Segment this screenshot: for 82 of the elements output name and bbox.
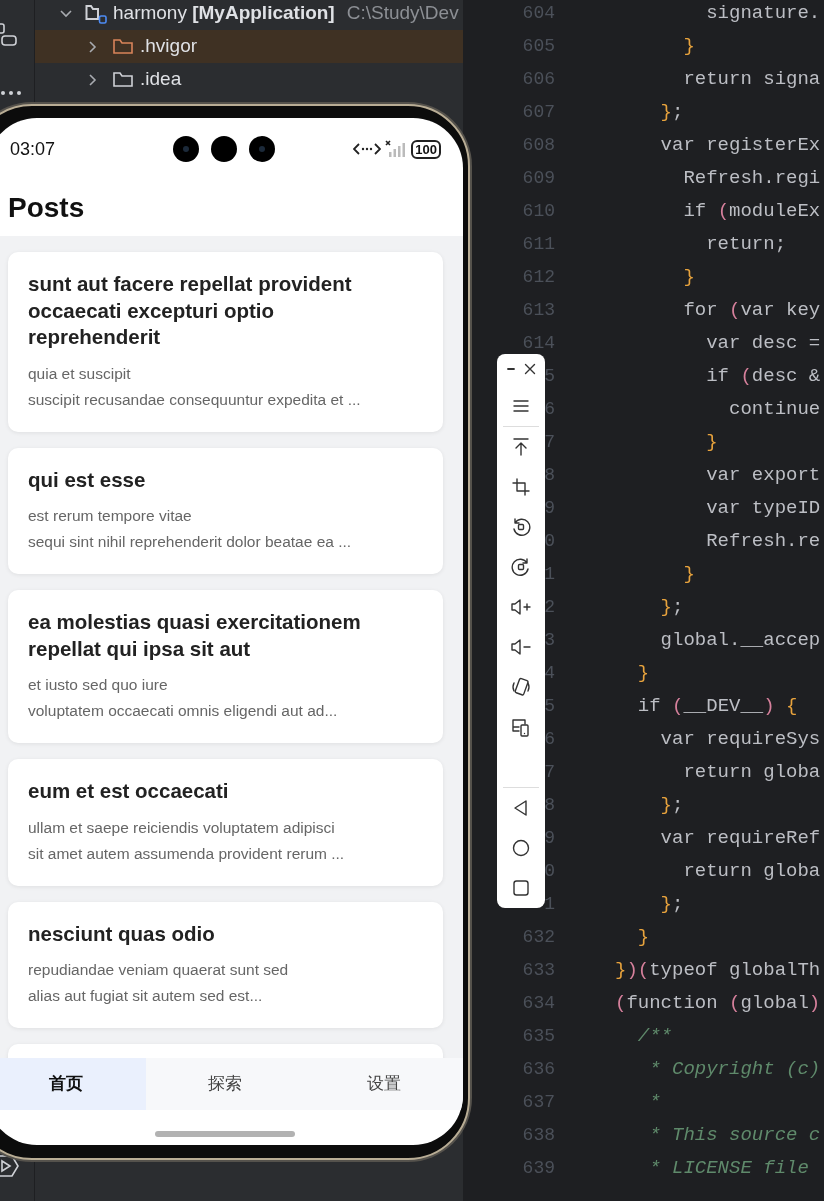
code-comment: /** (636, 1024, 672, 1050)
module-folder-icon (85, 2, 107, 25)
post-title: sunt aut facere repellat provident occaecati excepturi optio reprehenderit (28, 271, 353, 350)
tree-row[interactable]: .hvigor (35, 30, 463, 63)
code-line: var typeID (705, 496, 821, 522)
post-title: ea molestias quasi exercitationem repellat qui ipsa sit aut (28, 609, 362, 662)
code-line: Refresh.re (705, 529, 821, 555)
code-line: })(typeof globalTh (615, 958, 821, 984)
post-card[interactable]: ea molestias quasi exercitationem repellat qui ipsa sit aut et iusto sed quo iure voluptatem occaecati omnis eligendi aut ad... (8, 590, 443, 743)
post-excerpt: et iusto sed quo iure voluptatem occaecati omnis eligendi aut ad... (28, 675, 339, 721)
crop-icon[interactable] (512, 478, 530, 496)
code-line: }; (659, 595, 684, 621)
volume-down-icon[interactable] (510, 638, 532, 656)
code-line: var desc = (705, 331, 821, 357)
tab[interactable]: 首页 (0, 1058, 146, 1110)
code-line: } (636, 925, 650, 951)
data-transfer-icon (353, 141, 382, 157)
code-line: (function (global) (615, 991, 821, 1017)
post-card[interactable]: qui est esse est rerum tempore vitae sequi sint nihil reprehenderit dolor beatae ea ... (8, 447, 443, 574)
code-line: for (var key (682, 298, 821, 324)
code-line: var requireSys (659, 727, 821, 753)
post-excerpt: ullam et saepe reiciendis voluptatem adipisci sit amet autem assumenda provident rerum ... (28, 817, 346, 864)
back-icon[interactable] (512, 799, 530, 817)
code-comment: * LICENSE file (648, 1156, 809, 1182)
code-line: var export (705, 463, 821, 489)
close-icon[interactable] (524, 363, 536, 375)
post-excerpt: est rerum tempore vitae sequi sint nihil reprehenderit dolor beatae ea ... (28, 506, 353, 552)
home-icon[interactable] (512, 839, 530, 857)
square-icon[interactable] (512, 879, 530, 897)
code-line: }; (659, 100, 684, 126)
tree-label: .idea (140, 67, 182, 92)
code-line: }; (659, 793, 684, 819)
structure-icon[interactable] (0, 22, 18, 48)
code-line: return; (705, 232, 787, 258)
battery-level: 100 (411, 139, 441, 159)
code-line: var requireRef (659, 826, 821, 852)
code-line: } (682, 34, 695, 60)
arrow-to-top-icon[interactable] (512, 437, 530, 457)
code-line: return signa (682, 67, 821, 93)
code-line: }; (659, 892, 684, 918)
menu-icon[interactable] (512, 398, 530, 414)
code-line: if (__DEV__) { (636, 694, 798, 720)
post-title: nesciunt quas odio (28, 920, 216, 947)
code-line: global.__accep (659, 628, 821, 654)
code-comment: * This source c (648, 1123, 821, 1149)
tree-row[interactable]: .idea (35, 63, 463, 96)
no-signal-icon (385, 140, 408, 158)
code-line: return globa (682, 859, 821, 885)
code-comment: * Copyright (c) (648, 1057, 821, 1083)
code-line: if (desc & (705, 364, 821, 390)
post-card[interactable]: sunt aut facere repellat provident occaecati excepturi optio reprehenderit quia et suscipit suscipit recusandae consequuntur expedita et ... (8, 252, 443, 432)
tree-row[interactable]: harmony [MyApplication] C:\Study\Dev (35, 0, 463, 30)
code-line: continue (728, 397, 821, 423)
post-title: qui est esse (28, 466, 147, 493)
rotate-right-icon[interactable] (511, 557, 531, 577)
code-line: if (moduleEx (682, 199, 821, 225)
tab[interactable]: 设置 (304, 1058, 463, 1110)
tree-label: harmony [MyApplication] (113, 1, 335, 26)
file-path: C:\Study\Dev (346, 1, 459, 26)
code-line: } (682, 265, 695, 291)
post-excerpt: quia et suscipit suscipit recusandae consequuntur expedita et ... (28, 363, 362, 410)
code-line: } (705, 430, 718, 456)
tab[interactable]: 探索 (145, 1058, 305, 1110)
more-icon[interactable] (0, 90, 22, 96)
post-title: eum et est occaecati (28, 778, 230, 804)
volume-up-icon[interactable] (510, 598, 532, 616)
post-card[interactable]: eum et est occaecati ullam et saepe reiciendis voluptatem adipisci sit amet autem assumenda provident rerum ... (8, 759, 443, 886)
phone-shake-icon[interactable] (511, 676, 531, 698)
page-title: Posts (8, 191, 85, 225)
status-time: 03:07 (10, 137, 56, 161)
code-line: Refresh.regi (682, 166, 821, 192)
tree-label: .hvigor (140, 34, 198, 59)
devices-icon[interactable] (511, 717, 531, 737)
post-excerpt: repudiandae veniam quaerat sunt sed alias aut fugiat sit autem sed est... (28, 960, 290, 1006)
code-line: var registerEx (659, 133, 821, 159)
post-card[interactable]: nesciunt quas odio repudiandae veniam quaerat sunt sed alias aut fugiat sit autem sed est... (8, 901, 443, 1028)
code-line: } (682, 562, 695, 588)
rotate-left-icon[interactable] (511, 517, 531, 537)
code-line: signature. (705, 1, 821, 27)
code-line: return globa (682, 760, 821, 786)
code-line: } (636, 661, 650, 687)
code-comment: * (648, 1090, 661, 1116)
